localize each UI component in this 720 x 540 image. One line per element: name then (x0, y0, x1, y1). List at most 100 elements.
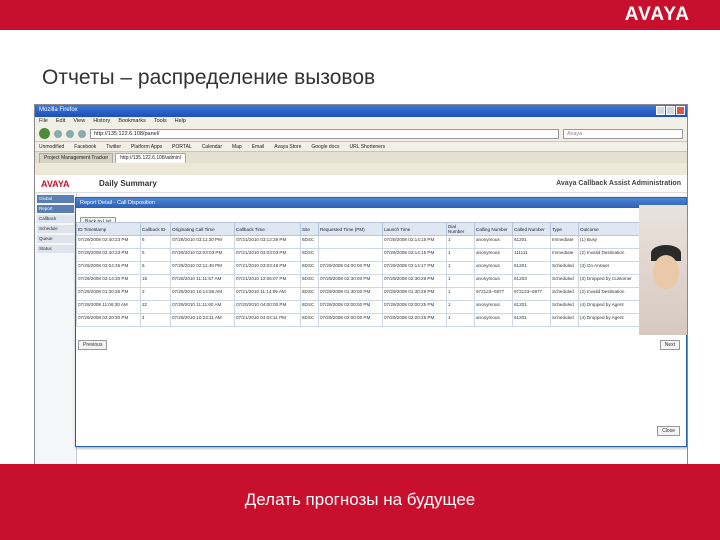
column-header[interactable]: Callback Time (234, 222, 301, 236)
table-cell: 07/21/2010 04:04:11 PM (234, 313, 301, 327)
next-button[interactable]: Next (659, 340, 680, 350)
home-button[interactable] (78, 129, 86, 138)
table-cell: (4) Dropped by Agent (578, 300, 647, 314)
column-header[interactable]: Originating Call Time (170, 222, 235, 236)
table-cell: 07/21/2010 03:03:48 PM (234, 261, 301, 275)
browser-tabs: Project Management Tracker http://135.12… (35, 152, 687, 163)
table-cell: 07/21/2010 11:14:09 AM (234, 287, 301, 301)
bookmark-item[interactable]: URL Shorteners (349, 144, 385, 150)
table-row[interactable]: 07/29/2008 02:20:30 PM 4 07/28/2010 10:23:… (76, 313, 647, 327)
report-table: ID Timestamp Callback ID Originating Cal… (76, 222, 647, 327)
search-input[interactable]: Avaya (563, 128, 683, 139)
table-cell: 07/29/2008 02:20:25 PM (382, 313, 447, 327)
browser-menubar: File Edit View History Bookmarks Tools H… (35, 117, 687, 126)
table-row[interactable]: 07/29/2008 11:06:30 AM 22 07/29/2010 11:11… (76, 300, 647, 314)
maximize-button[interactable] (666, 106, 675, 115)
column-header[interactable]: Launch Time (382, 222, 447, 236)
bookmark-item[interactable]: Twitter (106, 144, 121, 150)
bookmark-item[interactable]: PORTAL (172, 144, 192, 150)
table-cell: 61201 (512, 261, 551, 275)
slide-caption: Делать прогнозы на будущее (244, 490, 476, 509)
column-header[interactable]: Site (300, 222, 319, 236)
table-cell: 5 (140, 248, 171, 262)
sidebar-item-global[interactable]: Global (37, 195, 74, 203)
table-cell: Immediate (550, 235, 579, 249)
column-header[interactable]: Callback ID (140, 222, 171, 236)
table-row[interactable]: 07/29/2008 02:14:30 PM 15 07/28/2010 11:11… (76, 274, 647, 288)
window-titlebar: Mozilla Firefox (35, 105, 687, 117)
sidebar-item-callback[interactable]: Callback (37, 215, 74, 223)
sidebar-item-status[interactable]: Status (37, 245, 74, 253)
report-table-body: 07/29/2008 02:40:23 PM 6 07/28/2010 03:11:… (76, 235, 647, 327)
bookmark-item[interactable]: Map (232, 144, 242, 150)
table-cell: 07/29/2008 04:00:00 PM (318, 261, 383, 275)
table-cell: 07/28/2010 10:23:11 AM (170, 313, 235, 327)
bookmark-item[interactable]: Avaya Store (274, 144, 301, 150)
table-cell: 07/28/2010 10:14:68 AM (170, 287, 235, 301)
sidebar-item-schedule[interactable]: Schedule (37, 225, 74, 233)
table-cell: 6DSC (300, 287, 319, 301)
table-row[interactable]: 07/29/2008 02:40:23 PM 6 07/28/2010 03:11:… (76, 235, 647, 249)
column-header[interactable]: Outcome (578, 222, 647, 236)
previous-button[interactable]: Previous (78, 340, 108, 350)
menu-tools[interactable]: Tools (154, 118, 167, 125)
bookmark-item[interactable]: Unmodified (39, 144, 64, 150)
column-header[interactable]: Type (550, 222, 579, 236)
sidebar: Global Report Callback Schedule Queue St… (35, 193, 77, 465)
table-cell: anonymous (474, 235, 513, 249)
app-title: Avaya Callback Assist Administration (556, 180, 681, 187)
column-header[interactable]: Calling Number (474, 222, 513, 236)
reload-button[interactable] (66, 129, 74, 138)
table-cell: 15 (140, 274, 171, 288)
menu-file[interactable]: File (39, 118, 48, 125)
menu-view[interactable]: View (73, 118, 85, 125)
table-cell: anonymous (474, 248, 513, 262)
column-header[interactable]: Dial Number (446, 222, 475, 236)
table-cell: anonymous (474, 313, 513, 327)
window-title: Mozilla Firefox (39, 107, 78, 113)
table-cell: 07/29/2008 02:04:35 PM (76, 261, 141, 275)
browser-tab-active[interactable]: http://135.122.6.108/admin/ (115, 153, 187, 163)
column-header[interactable]: ID Timestamp (76, 222, 141, 236)
bookmark-item[interactable]: Calendar (202, 144, 222, 150)
back-button[interactable] (39, 128, 50, 139)
browser-tab[interactable]: Project Management Tracker (39, 153, 114, 163)
minimize-button[interactable] (656, 106, 665, 115)
table-cell: (2) Invalid Destination (578, 248, 647, 262)
menu-bookmarks[interactable]: Bookmarks (118, 118, 146, 125)
column-header[interactable]: Requested Time (PM) (318, 222, 383, 236)
table-cell: 07/21/2010 03:03:03 PM (234, 248, 301, 262)
table-cell: 972123–0877 (512, 287, 551, 301)
table-row[interactable]: 07/29/2008 02:04:35 PM 5 07/28/2010 02:11:… (76, 261, 647, 275)
table-cell: Scheduled (550, 274, 579, 288)
close-window-button[interactable] (676, 106, 685, 115)
table-cell: 6DSC (300, 313, 319, 327)
table-cell: 1 (446, 261, 475, 275)
bookmark-item[interactable]: Facebook (74, 144, 96, 150)
table-cell: 07/28/2010 11:11:57 AM (170, 274, 235, 288)
bookmark-item[interactable]: Google docs (311, 144, 339, 150)
forward-button[interactable] (54, 129, 62, 138)
table-cell: 07/29/2008 02:14:17 PM (382, 261, 447, 275)
menu-help[interactable]: Help (175, 118, 186, 125)
column-header[interactable]: Called Number (512, 222, 551, 236)
bookmark-item[interactable]: Email (252, 144, 265, 150)
table-cell: 6DSC (300, 235, 319, 249)
table-row[interactable]: 07/29/2008 01:30:35 PM 2 07/28/2010 10:14:… (76, 287, 647, 301)
table-cell: 07/29/2010 02:03:03 PM (170, 248, 235, 262)
table-cell (318, 248, 383, 262)
window-controls (656, 106, 685, 115)
sidebar-item-report[interactable]: Report (37, 205, 74, 213)
url-input[interactable]: http://135.122.6.108/panel/ (90, 128, 559, 139)
menu-history[interactable]: History (93, 118, 110, 125)
table-cell: (4) Dropped by Agent (578, 313, 647, 327)
menu-edit[interactable]: Edit (56, 118, 65, 125)
close-dialog-button[interactable]: Close (657, 426, 680, 436)
table-cell: 1 (446, 248, 475, 262)
table-cell: 61201 (512, 235, 551, 249)
bookmark-item[interactable]: Platform Apps (131, 144, 162, 150)
table-row[interactable]: 07/29/2008 02:40:23 PM 5 07/29/2010 02:03:… (76, 248, 647, 262)
table-cell: 07/29/2008 01:30:29 PM (382, 287, 447, 301)
sidebar-item-queue[interactable]: Queue (37, 235, 74, 243)
table-cell: 1 (446, 300, 475, 314)
